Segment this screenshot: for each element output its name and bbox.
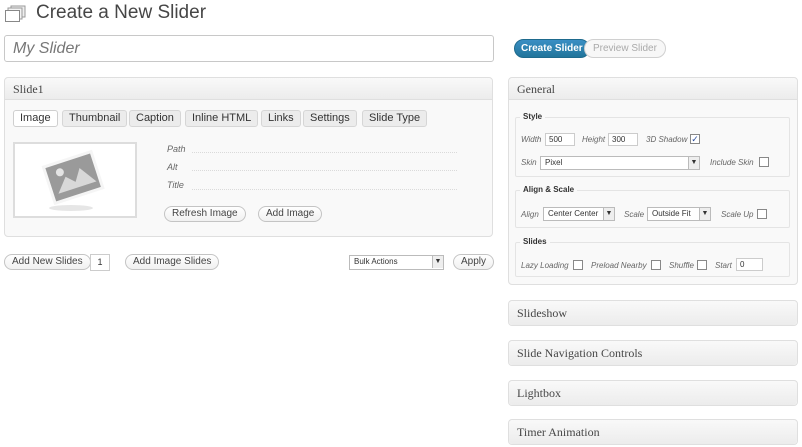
chevron-down-icon: ▼ <box>699 208 710 220</box>
preview-slider-button[interactable]: Preview Slider <box>584 39 666 58</box>
shadow-checkbox[interactable]: ✓ <box>690 134 700 144</box>
chevron-down-icon: ▼ <box>603 208 614 220</box>
height-input[interactable]: 300 <box>608 133 638 146</box>
checkmark-icon: ✓ <box>691 134 699 144</box>
refresh-image-button[interactable]: Refresh Image <box>164 206 246 222</box>
scale-select[interactable]: Outside Fit ▼ <box>647 207 711 221</box>
scale-value: Outside Fit <box>652 209 691 218</box>
slide-panel-title[interactable]: Slide1 <box>5 78 492 100</box>
path-label: Path <box>167 144 186 154</box>
tab-links[interactable]: Links <box>261 110 301 127</box>
slide-count-input[interactable]: 1 <box>90 254 110 271</box>
tab-caption[interactable]: Caption <box>129 110 181 127</box>
lightbox-panel[interactable]: Lightbox <box>508 380 798 406</box>
style-legend: Style <box>520 112 546 121</box>
alt-label: Alt <box>167 162 178 172</box>
scale-label: Scale <box>624 210 645 219</box>
tab-slide-type[interactable]: Slide Type <box>362 110 428 127</box>
include-skin-label: Include Skin <box>710 158 754 167</box>
chevron-down-icon: ▼ <box>432 256 443 268</box>
tab-image[interactable]: Image <box>13 110 58 127</box>
align-label: Align <box>521 210 539 219</box>
tab-thumbnail[interactable]: Thumbnail <box>62 110 128 127</box>
lazy-loading-label: Lazy Loading <box>521 261 569 270</box>
start-input[interactable]: 0 <box>736 258 763 271</box>
slides-legend: Slides <box>520 237 550 246</box>
alt-input[interactable] <box>192 161 457 171</box>
skin-value: Pixel <box>545 158 563 167</box>
include-skin-checkbox[interactable] <box>759 157 769 167</box>
add-image-slides-button[interactable]: Add Image Slides <box>125 254 220 270</box>
add-new-slides-button[interactable]: Add New Slides <box>4 254 91 270</box>
height-label: Height <box>582 135 606 144</box>
lazy-loading-checkbox[interactable] <box>573 260 583 270</box>
preload-nearby-label: Preload Nearby <box>591 261 647 270</box>
preload-nearby-checkbox[interactable] <box>651 260 661 270</box>
bulk-actions-value: Bulk Actions <box>354 257 398 266</box>
slide-navigation-controls-panel[interactable]: Slide Navigation Controls <box>508 340 798 366</box>
start-label: Start <box>715 261 732 270</box>
chevron-down-icon: ▼ <box>688 157 699 169</box>
shuffle-checkbox[interactable] <box>697 260 707 270</box>
skin-select[interactable]: Pixel ▼ <box>540 156 700 170</box>
add-image-button[interactable]: Add Image <box>258 206 323 222</box>
timer-animation-panel[interactable]: Timer Animation <box>508 419 798 445</box>
scale-up-checkbox[interactable] <box>757 209 767 219</box>
apply-button[interactable]: Apply <box>453 254 495 270</box>
tab-settings[interactable]: Settings <box>303 110 357 127</box>
skin-label: Skin <box>521 158 537 167</box>
title-label: Title <box>167 180 184 190</box>
shuffle-label: Shuffle <box>669 261 694 270</box>
scale-up-label: Scale Up <box>721 210 754 219</box>
align-value: Center Center <box>548 209 599 218</box>
slideshow-panel[interactable]: Slideshow <box>508 300 798 326</box>
stacked-pages-icon <box>5 5 27 23</box>
align-scale-legend: Align & Scale <box>520 185 578 194</box>
bulk-actions-select[interactable]: Bulk Actions ▼ <box>349 255 444 270</box>
slider-name-input[interactable]: My Slider <box>4 35 494 62</box>
width-input[interactable]: 500 <box>545 133 575 146</box>
slide-navigation-controls-title[interactable]: Slide Navigation Controls <box>509 341 797 365</box>
create-slider-button[interactable]: Create Slider <box>514 39 590 58</box>
path-input[interactable] <box>192 143 457 153</box>
align-select[interactable]: Center Center ▼ <box>543 207 615 221</box>
width-label: Width <box>521 135 542 144</box>
page-title: Create a New Slider <box>36 2 207 23</box>
timer-animation-panel-title[interactable]: Timer Animation <box>509 420 797 444</box>
slideshow-panel-title[interactable]: Slideshow <box>509 301 797 325</box>
slide-thumbnail[interactable] <box>13 142 137 218</box>
lightbox-panel-title[interactable]: Lightbox <box>509 381 797 405</box>
general-panel-title[interactable]: General <box>509 78 797 100</box>
shadow-label: 3D Shadow <box>646 135 688 144</box>
tab-inline-html[interactable]: Inline HTML <box>185 110 259 127</box>
image-placeholder-icon <box>41 149 105 211</box>
title-input[interactable] <box>192 180 457 190</box>
